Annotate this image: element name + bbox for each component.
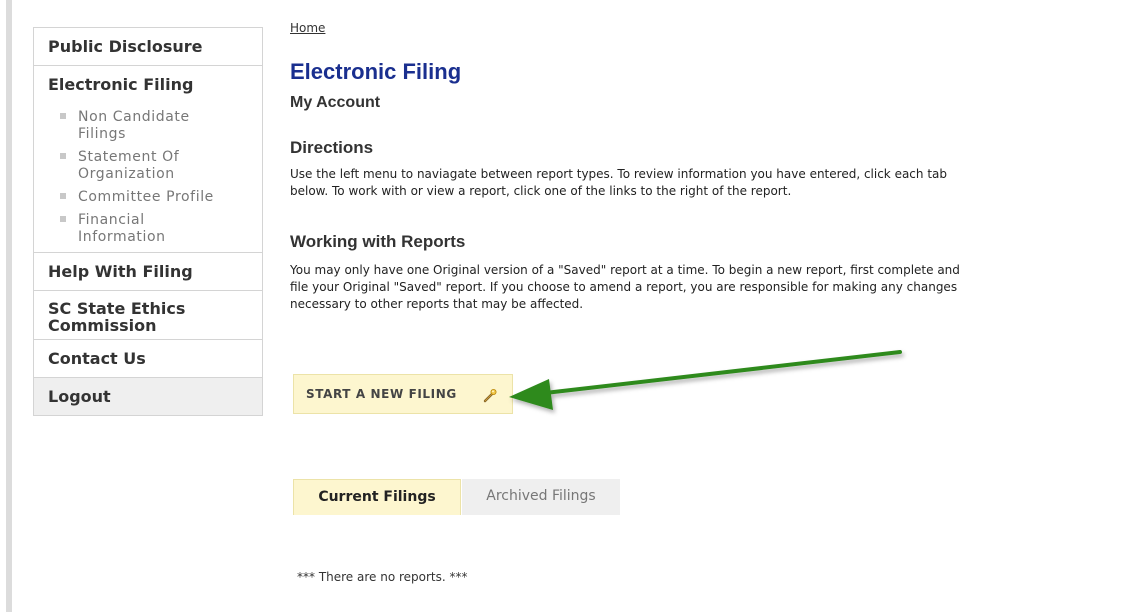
subnav-label: Information (78, 229, 166, 245)
subnav-item-non-candidate-filings[interactable]: Non Candidate Filings (34, 107, 262, 147)
green-arrow-annotation (509, 350, 902, 410)
sidebar-menu: Public Disclosure Electronic Filing Non … (33, 27, 263, 416)
breadcrumb-home-link[interactable]: Home (290, 21, 325, 35)
sidebar-item-contact-us[interactable]: Contact Us (34, 340, 262, 378)
magic-wand-icon (483, 389, 497, 403)
page-subtitle: My Account (290, 94, 381, 111)
directions-line: below. To work with or view a report, cl… (290, 184, 792, 198)
working-line: You may only have one Original version o… (290, 263, 960, 277)
sidebar-item-electronic-filing[interactable]: Electronic Filing (34, 66, 262, 103)
sidebar-submenu: Non Candidate Filings Statement Of Organ… (34, 103, 262, 253)
no-reports-message: *** There are no reports. *** (297, 570, 468, 584)
directions-text: Use the left menu to naviagate between r… (290, 166, 1135, 200)
directions-line: Use the left menu to naviagate between r… (290, 167, 947, 181)
page-title: Electronic Filing (290, 59, 462, 84)
sidebar-item-label: Help With Filing (48, 262, 193, 281)
bullet-icon (60, 113, 66, 119)
working-with-reports-heading: Working with Reports (290, 232, 466, 251)
tab-current-filings[interactable]: Current Filings (293, 479, 461, 515)
bullet-icon (60, 216, 66, 222)
sidebar-item-help-with-filing[interactable]: Help With Filing (34, 253, 262, 291)
directions-heading: Directions (290, 138, 374, 157)
bullet-icon (60, 193, 66, 199)
sidebar-item-label: Public Disclosure (48, 37, 203, 56)
subnav-label: Statement Of (78, 149, 180, 165)
left-border (6, 0, 12, 612)
working-line: necessary to other reports that may be a… (290, 297, 584, 311)
working-line: file your Original "Saved" report. If yo… (290, 280, 958, 294)
sidebar-item-label: Logout (48, 387, 111, 406)
subnav-item-statement-of-organization[interactable]: Statement Of Organization (34, 147, 262, 187)
sidebar-item-label: Contact Us (48, 349, 146, 368)
sidebar-item-sc-state-ethics-commission[interactable]: SC State Ethics Commission (34, 291, 262, 340)
start-new-filing-button[interactable]: START A NEW FILING (293, 374, 513, 414)
subnav-label: Organization (78, 166, 175, 182)
subnav-item-financial-information[interactable]: Financial Information (34, 210, 262, 250)
subnav-label: Committee Profile (78, 189, 214, 205)
subnav-label: Non Candidate (78, 109, 190, 125)
sidebar-item-public-disclosure[interactable]: Public Disclosure (34, 28, 262, 66)
bullet-icon (60, 153, 66, 159)
sidebar-item-logout[interactable]: Logout (34, 378, 262, 415)
subnav-item-committee-profile[interactable]: Committee Profile (34, 187, 262, 210)
page: Public Disclosure Electronic Filing Non … (0, 0, 1135, 612)
subnav-label: Financial (78, 212, 145, 228)
subnav-label: Filings (78, 126, 126, 142)
sidebar-item-label: Electronic Filing (48, 75, 194, 94)
tab-archived-filings[interactable]: Archived Filings (462, 479, 620, 515)
start-new-filing-label: START A NEW FILING (306, 387, 457, 401)
sidebar-item-label: Commission (48, 316, 157, 335)
working-with-reports-text: You may only have one Original version o… (290, 262, 1135, 313)
